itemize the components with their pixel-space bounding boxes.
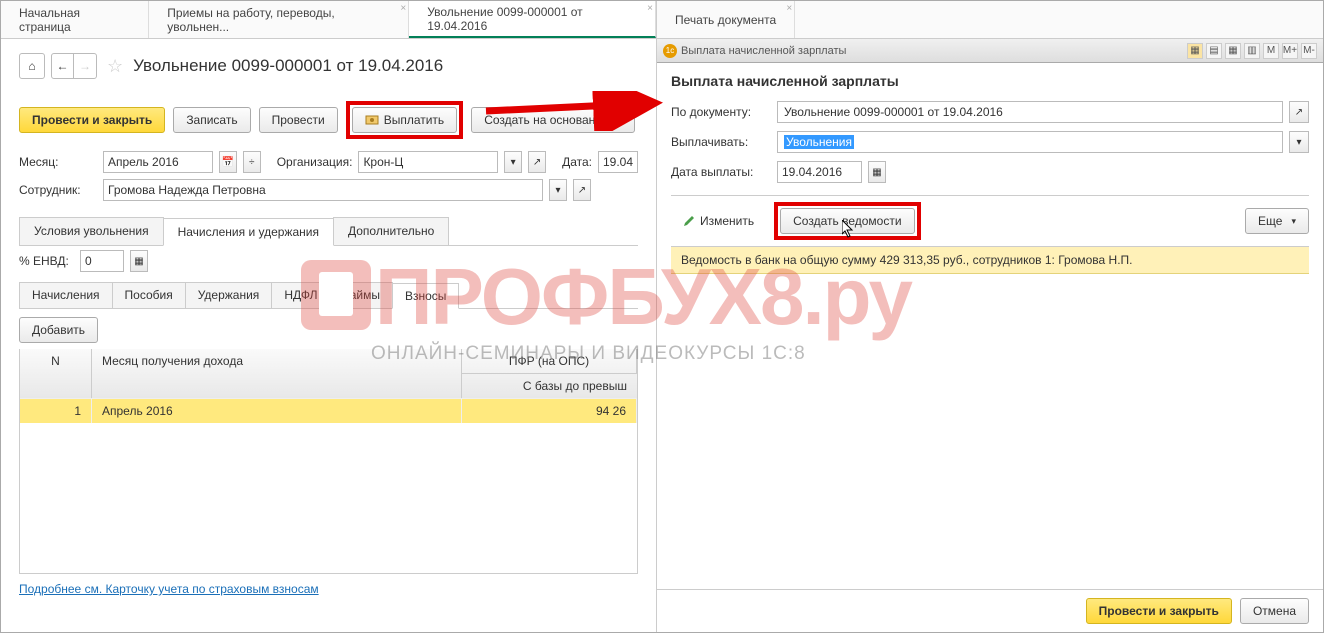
add-button[interactable]: Добавить [19, 317, 98, 343]
create-statements-button[interactable]: Создать ведомости [780, 208, 914, 234]
pay-button[interactable]: Выплатить [352, 107, 458, 133]
tab-home[interactable]: Начальная страница [1, 1, 149, 38]
col-base: С базы до превыш [462, 374, 637, 398]
by-doc-input[interactable]: Увольнение 0099-000001 от 19.04.2016 [777, 101, 1283, 123]
tab-ndfl[interactable]: НДФЛ [271, 282, 330, 308]
dialog-cancel-button[interactable]: Отмена [1240, 598, 1309, 624]
open-icon[interactable]: ↗ [573, 179, 591, 201]
home-button[interactable]: ⌂ [19, 53, 45, 79]
tab-additional[interactable]: Дополнительно [333, 217, 449, 245]
save-button[interactable]: Записать [173, 107, 250, 133]
favorite-icon[interactable]: ☆ [107, 56, 123, 77]
app-icon: 1c [663, 44, 677, 58]
post-and-close-button[interactable]: Провести и закрыть [19, 107, 165, 133]
dialog-heading: Выплата начисленной зарплаты [671, 73, 1309, 89]
cell-month: Апрель 2016 [92, 398, 462, 423]
tab-loans[interactable]: Займы [329, 282, 393, 308]
edit-button[interactable]: Изменить [671, 209, 766, 233]
cell-value: 94 26 [462, 398, 637, 423]
post-button[interactable]: Провести [259, 107, 338, 133]
highlight-pay: Выплатить [346, 101, 464, 139]
tab-benefits[interactable]: Пособия [112, 282, 186, 308]
calendar-icon[interactable]: ▦ [868, 161, 886, 183]
forward-button[interactable]: → [74, 54, 96, 78]
toolbar: Провести и закрыть Записать Провести Вып… [1, 97, 656, 147]
tab-label: Увольнение 0099-000001 от 19.04.2016 [427, 5, 637, 33]
dialog-window-title: Выплата начисленной зарплаты [681, 45, 846, 57]
calc-icon[interactable]: ▦ [130, 250, 148, 272]
month-label: Месяц: [19, 155, 97, 169]
date-label: Дата: [562, 155, 592, 169]
memory-mminus-button[interactable]: M- [1301, 43, 1317, 59]
pay-type-input[interactable]: Увольнения [777, 131, 1283, 153]
col-month: Месяц получения дохода [92, 349, 462, 398]
employee-input[interactable]: Громова Надежда Петровна [103, 179, 543, 201]
payment-date-input[interactable]: 19.04.2016 [777, 161, 862, 183]
calendar-icon[interactable]: 📅 [219, 151, 237, 173]
contributions-table: N Месяц получения дохода ПФР (на ОПС) С … [19, 349, 638, 574]
more-button[interactable]: Еще [1245, 208, 1309, 234]
pay-label: Выплачивать: [671, 135, 771, 149]
col-pfr: ПФР (на ОПС) [462, 349, 637, 374]
sub-tabs: Условия увольнения Начисления и удержани… [19, 217, 638, 246]
org-input[interactable]: Крон-Ц [358, 151, 498, 173]
employee-label: Сотрудник: [19, 183, 97, 197]
page-title: Увольнение 0099-000001 от 19.04.2016 [133, 56, 443, 76]
inner-tabs: Начисления Пособия Удержания НДФЛ Займы … [19, 282, 638, 309]
tool-icon[interactable]: ▤ [1206, 43, 1222, 59]
stepper-icon[interactable]: ÷ [243, 151, 261, 173]
memory-m-button[interactable]: M [1263, 43, 1279, 59]
dropdown-icon[interactable]: ▾ [549, 179, 567, 201]
close-icon[interactable]: × [647, 3, 653, 14]
tab-dismissal[interactable]: Увольнение 0099-000001 от 19.04.2016 × [409, 1, 656, 38]
tab-hires[interactable]: Приемы на работу, переводы, увольнен... × [149, 1, 409, 38]
statement-summary: Ведомость в банк на общую сумму 429 313,… [671, 247, 1309, 274]
nav-buttons: ← → [51, 53, 97, 79]
tab-contributions[interactable]: Взносы [392, 283, 459, 309]
dialog-footer: Провести и закрыть Отмена [657, 589, 1323, 632]
dialog-post-close-button[interactable]: Провести и закрыть [1086, 598, 1232, 624]
close-icon[interactable]: × [786, 3, 792, 14]
pencil-icon [683, 215, 695, 227]
tab-print[interactable]: Печать документа × [657, 1, 795, 38]
edit-button-label: Изменить [700, 214, 754, 228]
pay-button-label: Выплатить [384, 113, 445, 127]
back-button[interactable]: ← [52, 54, 74, 78]
month-input[interactable]: Апрель 2016 [103, 151, 213, 173]
selected-text: Увольнения [784, 135, 854, 149]
memory-mplus-button[interactable]: M+ [1282, 43, 1298, 59]
close-icon[interactable]: × [400, 3, 406, 14]
date-input[interactable]: 19.04 [598, 151, 638, 173]
tab-deductions[interactable]: Удержания [185, 282, 273, 308]
table-row[interactable]: 1 Апрель 2016 94 26 [20, 398, 637, 423]
tab-accruals-inner[interactable]: Начисления [19, 282, 113, 308]
money-icon [365, 113, 379, 127]
cell-n: 1 [20, 398, 92, 423]
by-doc-label: По документу: [671, 105, 771, 119]
tab-label: Приемы на работу, переводы, увольнен... [167, 6, 390, 34]
insurance-card-link[interactable]: Подробнее см. Карточку учета по страховы… [19, 582, 319, 596]
dialog-title-bar: 1c Выплата начисленной зарплаты ▦ ▤ ▦ ▥ … [657, 39, 1323, 63]
create-based-button[interactable]: Создать на основании [471, 107, 635, 133]
dropdown-icon[interactable]: ▾ [1289, 131, 1309, 153]
tab-label: Печать документа [675, 13, 776, 27]
open-icon[interactable]: ↗ [1289, 101, 1309, 123]
envd-input[interactable]: 0 [80, 250, 124, 272]
tabs-bar: Начальная страница Приемы на работу, пер… [1, 1, 656, 39]
tab-label: Начальная страница [19, 6, 130, 34]
dropdown-icon[interactable]: ▾ [504, 151, 522, 173]
tool-icon[interactable]: ▥ [1244, 43, 1260, 59]
tool-icon[interactable]: ▦ [1187, 43, 1203, 59]
col-n: N [20, 349, 92, 398]
payment-date-label: Дата выплаты: [671, 165, 771, 179]
open-icon[interactable]: ↗ [528, 151, 546, 173]
org-label: Организация: [277, 155, 353, 169]
tool-icon[interactable]: ▦ [1225, 43, 1241, 59]
tab-accruals-deductions[interactable]: Начисления и удержания [163, 218, 334, 246]
envd-label: % ЕНВД: [19, 254, 74, 268]
highlight-create-statements: Создать ведомости [774, 202, 920, 240]
tab-conditions[interactable]: Условия увольнения [19, 217, 164, 245]
tabs-bar-right: Печать документа × [657, 1, 1323, 39]
